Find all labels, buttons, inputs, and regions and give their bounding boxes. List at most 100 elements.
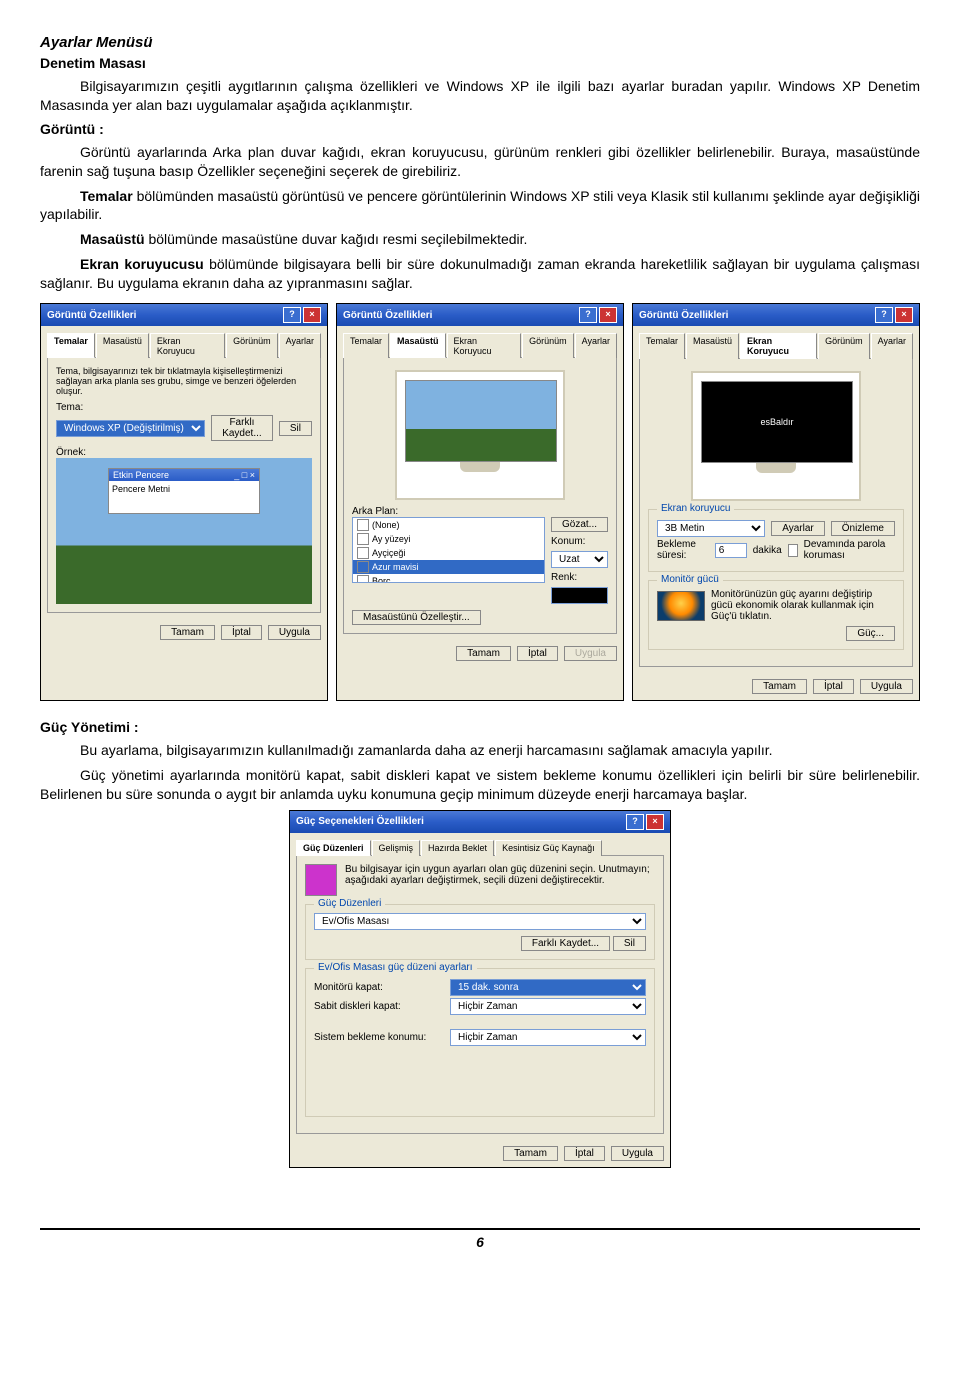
tab-ayarlar[interactable]: Ayarlar xyxy=(575,333,617,358)
sample-window: Etkin Pencere _ □ × Pencere Metni xyxy=(108,468,260,514)
bold-ekran: Ekran koruyucusu xyxy=(80,256,204,272)
tab-temalar[interactable]: Temalar xyxy=(47,333,95,358)
screensaver-select[interactable]: 3B Metin xyxy=(657,520,765,537)
delete-button[interactable]: Sil xyxy=(613,936,646,951)
apply-button[interactable]: Uygula xyxy=(860,679,913,694)
close-icon[interactable]: × xyxy=(895,307,913,323)
close-icon[interactable]: × xyxy=(599,307,617,323)
scheme-select[interactable]: Ev/Ofis Masası xyxy=(314,913,646,930)
tab-ayarlar[interactable]: Ayarlar xyxy=(279,333,321,358)
position-select[interactable]: Uzat xyxy=(551,551,608,568)
turnoff-hd-select[interactable]: Hiçbir Zaman xyxy=(450,998,646,1015)
close-icon[interactable]: × xyxy=(303,307,321,323)
password-checkbox[interactable] xyxy=(788,544,798,557)
tab-gelismis[interactable]: Gelişmiş xyxy=(372,840,421,856)
theme-select[interactable]: Windows XP (Değiştirilmiş) xyxy=(56,420,205,437)
tab-gorunum[interactable]: Görünüm xyxy=(522,333,574,358)
tabs: Temalar Masaüstü Ekran Koruyucu Görünüm … xyxy=(639,332,913,358)
tab-ekrankoruyucu[interactable]: Ekran Koruyucu xyxy=(150,333,225,358)
cancel-button[interactable]: İptal xyxy=(564,1146,605,1161)
label-tema: Tema: xyxy=(56,402,312,413)
tab-ayarlar[interactable]: Ayarlar xyxy=(871,333,913,359)
tab-masaustu[interactable]: Masaüstü xyxy=(390,333,446,358)
para-masaustu-text: bölümünde masaüstüne duvar kağıdı resmi … xyxy=(145,231,528,247)
tab-hazirda-beklet[interactable]: Hazırda Beklet xyxy=(421,840,494,856)
group-monitor-power: Monitör gücü Monitörünüzün güç ayarını d… xyxy=(648,580,904,650)
saveas-button[interactable]: Farklı Kaydet... xyxy=(211,415,273,441)
saveas-button[interactable]: Farklı Kaydet... xyxy=(521,936,610,951)
tab-temalar[interactable]: Temalar xyxy=(343,333,389,358)
tab-ekrankoruyucu[interactable]: Ekran Koruyucu xyxy=(740,333,817,359)
screen-preview xyxy=(405,380,557,462)
list-item: (None) xyxy=(353,518,544,532)
color-select[interactable] xyxy=(551,587,608,604)
para-ekrankoruyucu: Ekran koruyucusu bölümünde bilgisayara b… xyxy=(40,255,920,293)
tabs: Temalar Masaüstü Ekran Koruyucu Görünüm … xyxy=(343,332,617,357)
file-icon xyxy=(357,547,369,559)
para-guc-1: Bu ayarlama, bilgisayarımızın kullanılma… xyxy=(40,741,920,760)
group-scheme-settings: Ev/Ofis Masası güç düzeni ayarları Monit… xyxy=(305,968,655,1117)
close-icon[interactable]: × xyxy=(646,814,664,830)
ok-button[interactable]: Tamam xyxy=(503,1146,558,1161)
preview-button[interactable]: Önizleme xyxy=(831,521,895,536)
sample-window-buttons: _ □ × xyxy=(234,470,255,480)
help-icon[interactable]: ? xyxy=(626,814,644,830)
help-icon[interactable]: ? xyxy=(283,307,301,323)
label-ornek: Örnek: xyxy=(56,447,312,458)
group-title: Ekran koruyucu xyxy=(657,503,734,514)
tab-gorunum[interactable]: Görünüm xyxy=(818,333,870,359)
apply-button[interactable]: Uygula xyxy=(611,1146,664,1161)
browse-button[interactable]: Gözat... xyxy=(551,517,608,532)
apply-button[interactable]: Uygula xyxy=(564,646,617,661)
tab-ups[interactable]: Kesintisiz Güç Kaynağı xyxy=(495,840,602,856)
label-renk: Renk: xyxy=(551,572,608,583)
turnoff-monitor-select[interactable]: 15 dak. sonra xyxy=(450,979,646,996)
monitor-preview xyxy=(395,370,565,500)
title-text: Görüntü Özellikleri xyxy=(639,310,728,321)
tab-masaustu[interactable]: Masaüstü xyxy=(686,333,739,359)
heading-denetim: Denetim Masası xyxy=(40,55,920,71)
power-button[interactable]: Güç... xyxy=(846,626,895,641)
cancel-button[interactable]: İptal xyxy=(221,625,262,640)
group-title: Ev/Ofis Masası güç düzeni ayarları xyxy=(314,962,477,973)
ok-button[interactable]: Tamam xyxy=(752,679,807,694)
apply-button[interactable]: Uygula xyxy=(268,625,321,640)
tab-ekrankoruyucu[interactable]: Ekran Koruyucu xyxy=(447,333,522,358)
display-properties-desktop-dialog: Görüntü Özellikleri ? × Temalar Masaüstü… xyxy=(336,303,624,701)
label-turnoff-monitor: Monitörü kapat: xyxy=(314,982,444,993)
theme-desc: Tema, bilgisayarınızı tek bir tıklatmayl… xyxy=(56,366,312,396)
group-title: Monitör gücü xyxy=(657,574,723,585)
label-minutes: dakika xyxy=(753,545,782,556)
ok-button[interactable]: Tamam xyxy=(456,646,511,661)
tab-guc-duzenleri[interactable]: Güç Düzenleri xyxy=(296,840,371,856)
wait-input[interactable] xyxy=(715,543,747,558)
cancel-button[interactable]: İptal xyxy=(813,679,854,694)
settings-button[interactable]: Ayarlar xyxy=(771,521,825,536)
para-goruntu-1: Görüntü ayarlarında Arka plan duvar kağı… xyxy=(40,143,920,181)
customize-desktop-button[interactable]: Masaüstünü Özelleştir... xyxy=(352,610,481,625)
tab-temalar[interactable]: Temalar xyxy=(639,333,685,359)
power-intro: Bu bilgisayar için uygun ayarları olan g… xyxy=(345,864,655,886)
cancel-button[interactable]: İptal xyxy=(517,646,558,661)
sample-window-title: Etkin Pencere xyxy=(113,470,169,480)
titlebar: Görüntü Özellikleri ? × xyxy=(633,304,919,326)
ok-button[interactable]: Tamam xyxy=(160,625,215,640)
delete-button[interactable]: Sil xyxy=(279,421,312,436)
display-properties-screensaver-dialog: Görüntü Özellikleri ? × Temalar Masaüstü… xyxy=(632,303,920,701)
background-listbox[interactable]: (None) Ay yüzeyi Ayçiçeği Azur mavisi Bo… xyxy=(352,517,545,583)
tab-masaustu[interactable]: Masaüstü xyxy=(96,333,149,358)
group-screensaver: Ekran koruyucu 3B Metin Ayarlar Önizleme… xyxy=(648,509,904,572)
help-icon[interactable]: ? xyxy=(579,307,597,323)
para-intro: Bilgisayarımızın çeşitli aygıtlarının ça… xyxy=(40,77,920,115)
dialog-row: Görüntü Özellikleri ? × Temalar Masaüstü… xyxy=(40,303,920,701)
standby-select[interactable]: Hiçbir Zaman xyxy=(450,1029,646,1046)
title-text: Güç Seçenekleri Özellikleri xyxy=(296,816,424,827)
tab-gorunum[interactable]: Görünüm xyxy=(226,333,278,358)
screen-preview: esBaldır xyxy=(701,381,853,463)
bold-temalar: Temalar xyxy=(80,188,133,204)
help-icon[interactable]: ? xyxy=(875,307,893,323)
label-standby: Sistem bekleme konumu: xyxy=(314,1032,444,1043)
page-number: 6 xyxy=(40,1228,920,1250)
power-options-dialog: Güç Seçenekleri Özellikleri ? × Güç Düze… xyxy=(289,810,671,1168)
label-turnoff-hd: Sabit diskleri kapat: xyxy=(314,1001,444,1012)
